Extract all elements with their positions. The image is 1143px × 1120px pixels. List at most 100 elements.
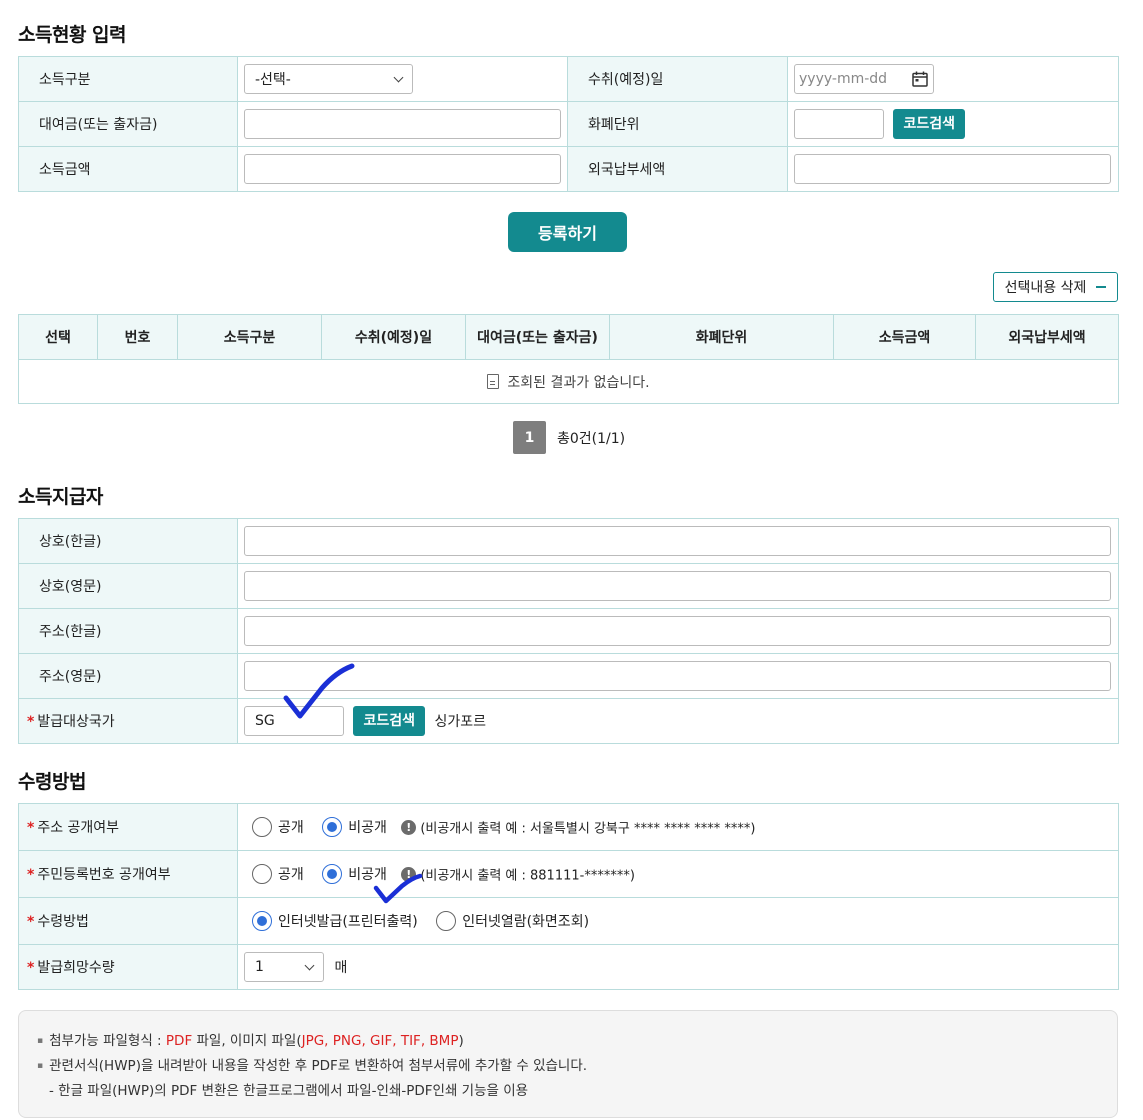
income-amount-label: 소득금액 <box>18 146 238 192</box>
required-mark: * <box>27 820 35 836</box>
income-type-value: -선택- <box>255 72 291 88</box>
page-total-count: 총0건(1/1) <box>557 430 626 447</box>
name-kr-input[interactable] <box>244 526 1111 556</box>
column-header-currency: 화폐단위 <box>609 314 834 360</box>
empty-result-row: 조회된 결과가 없습니다. <box>18 359 1119 404</box>
rrn-public-label: 주민등록번호 공개여부 <box>37 867 171 883</box>
radio-circle[interactable] <box>252 864 272 884</box>
empty-result-message: 조회된 결과가 없습니다. <box>507 374 650 391</box>
method-internet-view-radio[interactable]: 인터넷열람(화면조회) <box>436 911 589 931</box>
radio-circle[interactable] <box>436 911 457 931</box>
rrn-public-label-cell: * 주민등록번호 공개여부 <box>18 850 238 898</box>
radio-circle[interactable] <box>252 817 272 837</box>
receipt-date-input[interactable]: yyyy-mm-dd <box>794 64 934 94</box>
radio-circle-selected[interactable] <box>322 864 343 884</box>
income-input-form: 소득구분 -선택- 수취(예정)일 yyyy-mm-dd 대여금(또는 출자금)… <box>18 56 1119 192</box>
foreign-tax-label: 외국납부세액 <box>567 146 788 192</box>
currency-code-search-button[interactable]: 코드검색 <box>893 109 965 139</box>
income-type-label: 소득구분 <box>18 56 238 102</box>
method-internet-issue-option: 인터넷발급(프린터출력) <box>278 914 418 930</box>
chevron-down-icon <box>304 960 315 970</box>
minus-icon <box>1096 286 1107 288</box>
info-icon: ! <box>401 866 417 882</box>
country-name: 싱가포르 <box>434 714 486 730</box>
address-public-label: 주소 공개여부 <box>37 820 120 836</box>
rrn-hint: (비공개시 출력 예 : 881111-*******) <box>420 868 635 884</box>
required-mark: * <box>27 914 35 930</box>
receive-section-title: 수령방법 <box>18 771 86 793</box>
notice-line-3: - 한글 파일(HWP)의 PDF 변환은 한글프로그램에서 파일-인쇄-PDF… <box>49 1083 529 1099</box>
name-en-label: 상호(영문) <box>18 563 238 609</box>
info-icon: ! <box>401 819 417 835</box>
income-amount-input[interactable] <box>244 154 561 184</box>
document-icon <box>487 373 500 389</box>
loan-amount-label: 대여금(또는 출자금) <box>18 101 238 147</box>
currency-label: 화폐단위 <box>567 101 788 147</box>
name-en-input[interactable] <box>244 571 1111 601</box>
address-private-radio[interactable]: 비공개 <box>322 817 387 837</box>
addr-en-label: 주소(영문) <box>18 653 238 699</box>
name-kr-label: 상호(한글) <box>18 518 238 564</box>
notice-line-1-prefix: 첨부가능 파일형식 : <box>49 1033 166 1049</box>
column-header-receipt-date: 수취(예정)일 <box>321 314 466 360</box>
country-code-input[interactable]: SG <box>244 706 344 736</box>
radio-circle-selected[interactable] <box>252 911 272 931</box>
currency-input[interactable] <box>794 109 884 139</box>
method-internet-issue-radio[interactable]: 인터넷발급(프린터출력) <box>252 911 418 931</box>
calendar-icon[interactable] <box>911 70 929 88</box>
rrn-private-option: 비공개 <box>348 867 387 883</box>
rrn-private-radio[interactable]: 비공개 <box>322 864 387 884</box>
notice-pdf: PDF <box>165 1033 193 1049</box>
income-section-title: 소득현황 입력 <box>18 24 127 46</box>
column-header-number: 번호 <box>97 314 178 360</box>
required-mark: * <box>27 867 35 883</box>
delete-selected-button[interactable]: 선택내용 삭제 <box>993 272 1118 302</box>
income-result-table: 선택 번호 소득구분 수취(예정)일 대여금(또는 출자금) 화폐단위 소득금액… <box>18 314 1119 404</box>
rrn-public-option: 공개 <box>278 867 304 883</box>
column-header-select: 선택 <box>18 314 98 360</box>
page-number-current[interactable]: 1 <box>513 421 546 454</box>
quantity-select[interactable]: 1 <box>244 952 324 982</box>
country-label: 발급대상국가 <box>37 714 115 730</box>
rrn-public-radio[interactable]: 공개 <box>252 864 304 884</box>
loan-amount-input[interactable] <box>244 109 561 139</box>
notice-line-2-text: 관련서식(HWP)을 내려받아 내용을 작성한 후 PDF로 변환하여 첨부서류… <box>49 1058 588 1074</box>
required-mark: * <box>27 960 35 976</box>
country-label-cell: * 발급대상국가 <box>18 698 238 744</box>
chevron-down-icon <box>393 72 404 82</box>
notice-line-1-mid: 파일, 이미지 파일( <box>192 1033 302 1049</box>
pagination: 1 총0건(1/1) <box>513 421 625 454</box>
notice-formats: JPG, PNG, GIF, TIF, BMP <box>301 1033 459 1049</box>
notice-line-1-suffix: ) <box>458 1033 464 1049</box>
required-mark: * <box>27 714 35 730</box>
notice-line-2: ▪ 관련서식(HWP)을 내려받아 내용을 작성한 후 PDF로 변환하여 첨부서… <box>37 1058 588 1074</box>
receive-form: * 주소 공개여부 공개 비공개 ! (비공개시 출력 예 : 서울특별시 강북구 … <box>18 803 1119 990</box>
address-public-radio[interactable]: 공개 <box>252 817 304 837</box>
payer-form: 상호(한글) 상호(영문) 주소(한글) 주소(영문) * 발급대상국가 SG 코… <box>18 518 1119 744</box>
quantity-unit: 매 <box>334 960 348 976</box>
address-private-option: 비공개 <box>348 820 387 836</box>
address-hint: (비공개시 출력 예 : 서울특별시 강북구 **** **** **** **… <box>420 821 756 837</box>
delete-selected-label: 선택내용 삭제 <box>1004 280 1087 296</box>
quantity-label-cell: * 발급희망수량 <box>18 944 238 990</box>
quantity-label: 발급희망수량 <box>37 960 115 976</box>
radio-circle-selected[interactable] <box>322 817 343 837</box>
method-internet-view-option: 인터넷열람(화면조회) <box>462 914 590 930</box>
payer-section-title: 소득지급자 <box>18 486 103 508</box>
register-button[interactable]: 등록하기 <box>508 212 627 252</box>
income-type-select[interactable]: -선택- <box>244 64 413 94</box>
column-header-income-type: 소득구분 <box>177 314 322 360</box>
foreign-tax-input[interactable] <box>794 154 1111 184</box>
addr-kr-label: 주소(한글) <box>18 608 238 654</box>
country-code-search-button[interactable]: 코드검색 <box>353 706 425 736</box>
column-header-foreign-tax: 외국납부세액 <box>975 314 1119 360</box>
addr-en-input[interactable] <box>244 661 1111 691</box>
receipt-date-label: 수취(예정)일 <box>567 56 788 102</box>
address-public-option: 공개 <box>278 820 304 836</box>
receipt-date-placeholder: yyyy-mm-dd <box>799 71 888 87</box>
column-header-income-amount: 소득금액 <box>833 314 976 360</box>
addr-kr-input[interactable] <box>244 616 1111 646</box>
method-label: 수령방법 <box>37 914 89 930</box>
notice-line-1: ▪ 첨부가능 파일형식 : PDF 파일, 이미지 파일(JPG, PNG, GI… <box>37 1033 464 1049</box>
address-public-label-cell: * 주소 공개여부 <box>18 803 238 851</box>
